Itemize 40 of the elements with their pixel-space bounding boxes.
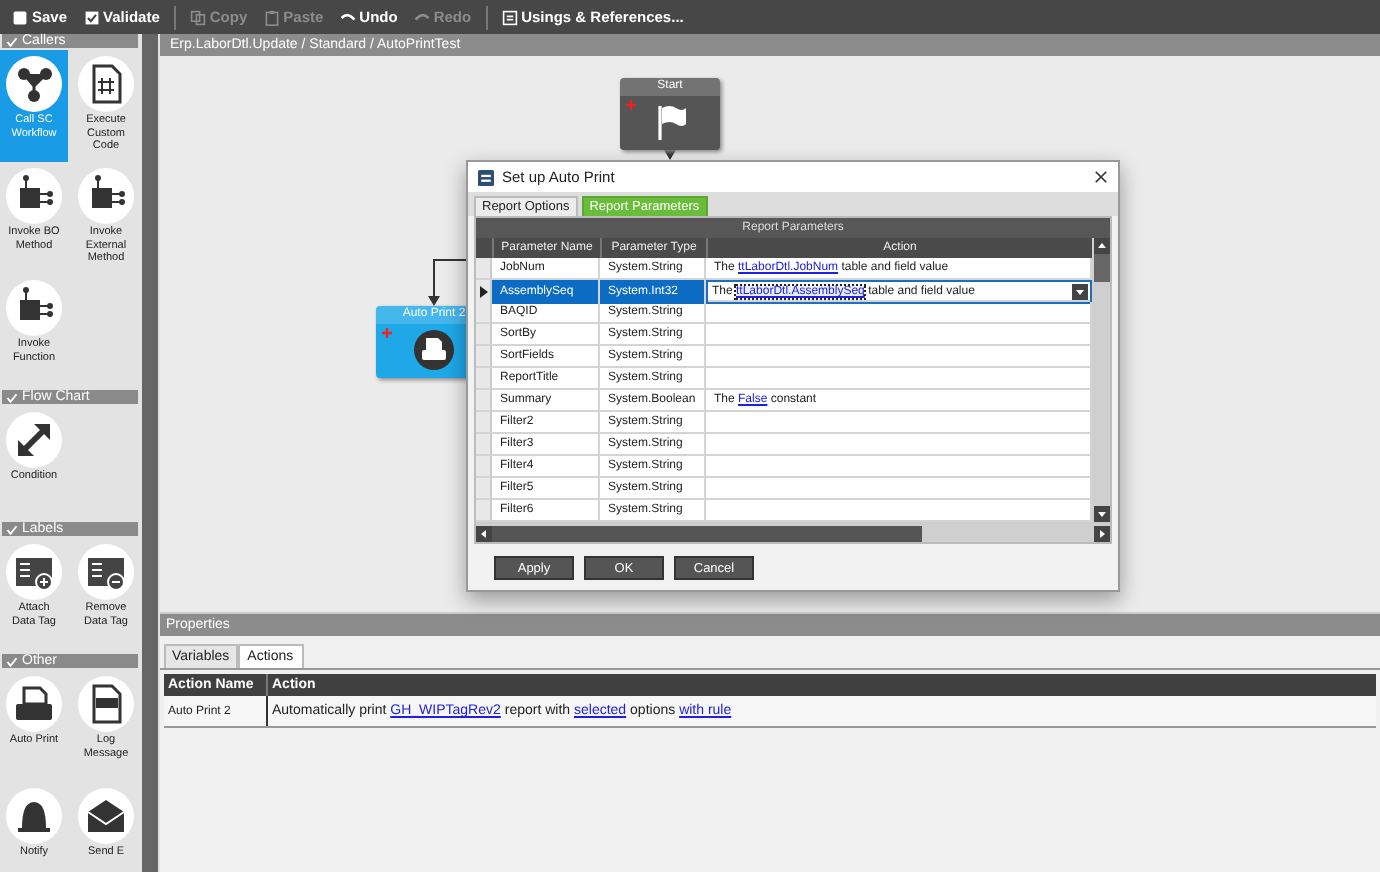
check-icon [6,655,18,667]
right-arrow-icon[interactable] [1094,525,1110,541]
connector-arrow [428,258,468,306]
close-icon[interactable] [1094,170,1108,184]
app-icon [478,169,494,185]
check-icon [6,391,18,403]
connector-arrow [664,150,676,160]
row-header[interactable] [476,280,492,304]
check-icon [6,35,18,47]
redo-icon [413,9,430,25]
box-connector-icon [78,168,134,224]
bell-icon [6,788,62,844]
paste-icon [263,9,280,25]
printer-icon [414,330,454,370]
plus-icon [626,100,636,110]
copy-icon [189,9,206,25]
document-icon [501,9,518,25]
plus-icon [382,328,392,338]
left-arrow-icon[interactable] [476,525,492,541]
down-arrow-icon[interactable] [1093,506,1109,522]
vertical-scrollbar[interactable] [1092,238,1110,522]
scroll-thumb[interactable] [1093,254,1109,282]
network-icon [6,56,62,112]
table-minus-icon [78,544,134,600]
box-connector-icon [6,280,62,336]
horizontal-scrollbar[interactable] [476,522,1110,542]
row-pointer-icon [479,286,487,298]
up-arrow-icon[interactable] [1093,238,1109,254]
scrollbar[interactable] [142,34,158,872]
printer-icon [6,676,62,732]
check-icon [6,523,18,535]
dropdown-icon[interactable] [1072,284,1088,300]
undo-icon [339,9,356,25]
box-connector-icon [6,168,62,224]
scroll-thumb[interactable] [492,525,922,541]
log-document-icon [78,676,134,732]
checkbox-icon [83,9,100,25]
envelope-icon [78,788,134,844]
table-plus-icon [6,544,62,600]
hash-document-icon [78,56,134,112]
